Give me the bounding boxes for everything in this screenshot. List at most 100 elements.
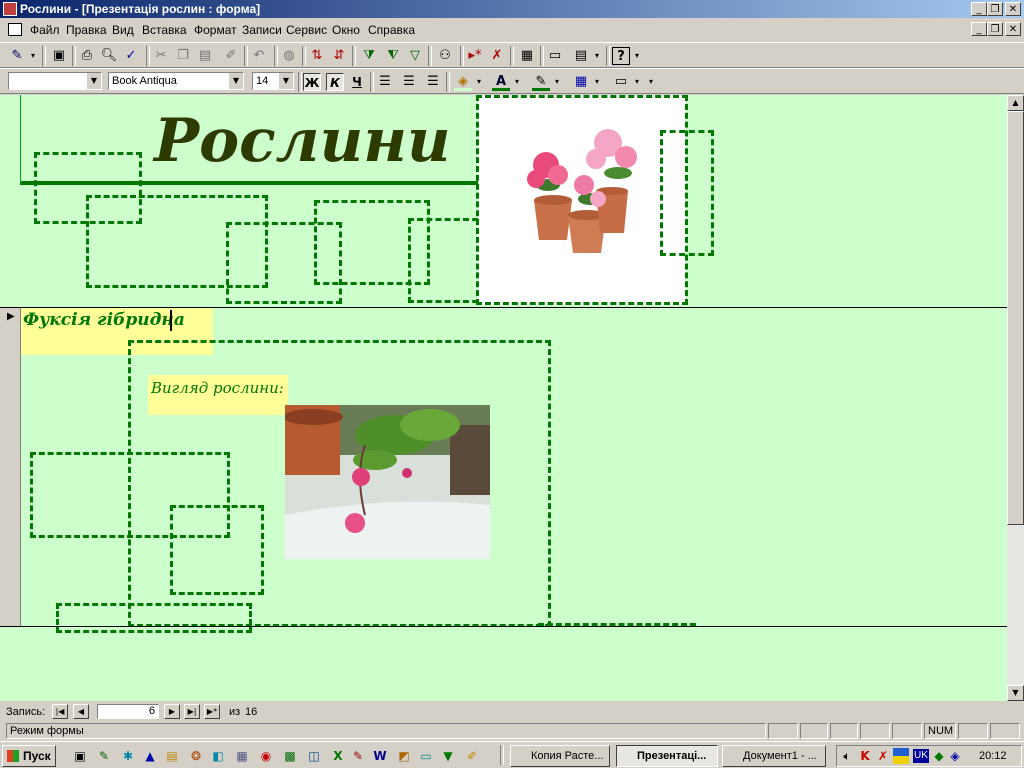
menu-records[interactable]: Записи (242, 23, 282, 37)
quicklaunch-icon[interactable]: ▼ (440, 748, 456, 764)
record-number-input[interactable]: 6 (97, 704, 159, 719)
fill-color-icon[interactable]: ◈ (454, 73, 472, 91)
tray-icon[interactable]: ◆ (931, 748, 947, 764)
record-selector[interactable]: ▶ (0, 308, 21, 626)
next-record-button[interactable]: ▶ (164, 704, 180, 719)
sort-ascending-icon[interactable]: ⇅ (308, 47, 326, 65)
sort-descending-icon[interactable]: ⇵ (330, 47, 348, 65)
quicklaunch-icon[interactable]: ▭ (418, 748, 434, 764)
italic-button[interactable]: К (326, 73, 344, 91)
scroll-thumb[interactable] (1007, 111, 1024, 525)
line-color-icon[interactable]: ✎ (532, 73, 550, 91)
minimize-button[interactable]: _ (971, 2, 987, 16)
object-combo[interactable]: ▼ (8, 72, 102, 90)
dropdown-arrow-icon[interactable]: ▾ (512, 73, 522, 91)
menu-view[interactable]: Вид (112, 23, 134, 37)
task-button[interactable]: Копия Расте... (510, 745, 610, 767)
web-icon[interactable]: ◍ (280, 47, 298, 65)
vertical-scrollbar[interactable]: ▲ ▼ (1007, 95, 1024, 701)
delete-record-icon[interactable]: ✗ (488, 47, 506, 65)
spelling-icon[interactable]: ✓ (122, 47, 140, 65)
volume-icon[interactable]: 🔈︎ (839, 748, 855, 764)
new-record-button[interactable]: ▶* (204, 704, 220, 719)
quicklaunch-icon[interactable]: ❂ (188, 748, 204, 764)
quicklaunch-icon[interactable]: ▲ (142, 748, 158, 764)
dropdown-arrow-icon[interactable]: ▾ (592, 47, 602, 65)
dropdown-arrow-icon[interactable]: ▾ (592, 73, 602, 91)
menu-window[interactable]: Окно (332, 23, 360, 37)
form-icon[interactable] (8, 23, 22, 36)
menu-edit[interactable]: Правка (66, 23, 107, 37)
database-window-icon[interactable]: ▭ (546, 47, 564, 65)
quicklaunch-icon[interactable]: ◉ (258, 748, 274, 764)
menu-insert[interactable]: Вставка (142, 23, 187, 37)
access-icon[interactable]: ✎ (350, 748, 366, 764)
help-icon[interactable]: ? (612, 47, 630, 65)
dropdown-arrow-icon[interactable]: ▾ (552, 73, 562, 91)
print-preview-icon[interactable]: 🔍︎ (100, 47, 118, 65)
cut-icon[interactable]: ✂ (152, 47, 170, 65)
chevron-down-icon[interactable]: ▼ (228, 73, 243, 89)
task-button-active[interactable]: Презентаці... (616, 745, 718, 767)
underline-button[interactable]: Ч (348, 73, 366, 91)
align-center-icon[interactable]: ☰ (400, 73, 418, 91)
new-object-icon[interactable]: ▤ (572, 47, 590, 65)
quicklaunch-icon[interactable]: ✱ (120, 748, 136, 764)
child-restore-button[interactable]: ❐ (987, 22, 1003, 36)
dropdown-arrow-icon[interactable]: ▾ (632, 73, 642, 91)
copy-icon[interactable]: ❐ (174, 47, 192, 65)
print-icon[interactable]: ⎙ (78, 47, 96, 65)
tray-icon[interactable]: ◈ (947, 748, 963, 764)
font-combo[interactable]: Book Antiqua ▼ (108, 72, 244, 90)
chevron-down-icon[interactable]: ▼ (86, 73, 101, 89)
close-button[interactable]: ✕ (1005, 2, 1021, 16)
scroll-up-arrow-icon[interactable]: ▲ (1007, 95, 1024, 111)
line-width-icon[interactable]: ▦ (572, 73, 590, 91)
font-color-icon[interactable]: A (492, 73, 510, 91)
new-record-icon[interactable]: ▸* (466, 47, 484, 65)
child-close-button[interactable]: ✕ (1005, 22, 1021, 36)
find-icon[interactable]: ⚇ (436, 47, 454, 65)
flag-icon[interactable] (893, 748, 909, 764)
quicklaunch-icon[interactable]: ▤ (164, 748, 180, 764)
dropdown-arrow-icon[interactable]: ▾ (646, 73, 656, 91)
quicklaunch-icon[interactable]: ▩ (282, 748, 298, 764)
start-button[interactable]: Пуск (2, 745, 56, 767)
properties-icon[interactable]: ▦ (518, 47, 536, 65)
quicklaunch-icon[interactable]: ✐ (464, 748, 480, 764)
language-indicator[interactable]: UK (913, 749, 929, 763)
dropdown-arrow-icon[interactable]: ▾ (28, 47, 38, 65)
child-minimize-button[interactable]: _ (971, 22, 987, 36)
access-app-icon[interactable] (3, 2, 17, 16)
align-left-icon[interactable]: ☰ (376, 73, 394, 91)
special-effect-icon[interactable]: ▭ (612, 73, 630, 91)
antivirus-icon[interactable]: K (857, 748, 873, 764)
excel-icon[interactable]: X (330, 748, 346, 764)
design-view-icon[interactable]: ✎ (8, 47, 26, 65)
quicklaunch-icon[interactable]: ◫ (306, 748, 322, 764)
format-painter-icon[interactable]: ✐ (222, 47, 240, 65)
paste-icon[interactable]: ▤ (196, 47, 214, 65)
last-record-button[interactable]: ▶| (184, 704, 200, 719)
menu-help[interactable]: Справка (368, 23, 415, 37)
task-button[interactable]: Документ1 - ... (722, 745, 826, 767)
dropdown-arrow-icon[interactable]: ▾ (474, 73, 484, 91)
menu-file[interactable]: Файл (30, 23, 60, 37)
maximize-button[interactable]: ❐ (987, 2, 1003, 16)
quicklaunch-icon[interactable]: ✎ (96, 748, 112, 764)
window-title-bar[interactable]: Рослини - [Презентація рослин : форма] _… (0, 0, 1024, 18)
quicklaunch-icon[interactable]: ▦ (234, 748, 250, 764)
dropdown-arrow-icon[interactable]: ▾ (632, 47, 642, 65)
chevron-down-icon[interactable]: ▼ (278, 73, 293, 89)
quicklaunch-icon[interactable]: ◧ (210, 748, 226, 764)
first-record-button[interactable]: |◀ (52, 704, 68, 719)
network-icon[interactable]: ✗ (875, 748, 891, 764)
apply-filter-icon[interactable]: ▽ (406, 47, 424, 65)
menu-format[interactable]: Формат (194, 23, 237, 37)
filter-by-form-icon[interactable]: ⧨ (384, 47, 402, 65)
word-icon[interactable]: W (372, 748, 388, 764)
previous-record-button[interactable]: ◀ (73, 704, 89, 719)
align-right-icon[interactable]: ☰ (424, 73, 442, 91)
font-size-combo[interactable]: 14 ▼ (252, 72, 294, 90)
quicklaunch-icon[interactable]: ◩ (396, 748, 412, 764)
